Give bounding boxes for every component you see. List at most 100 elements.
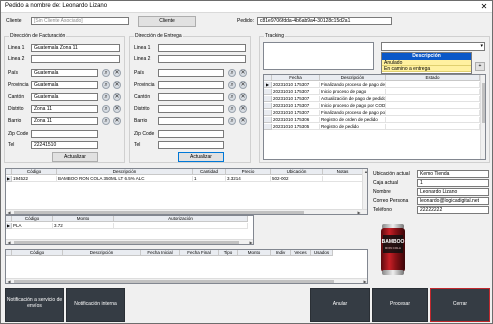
scroll-right-icon[interactable]: ▶ — [248, 240, 253, 244]
col-fecha-final[interactable]: Fecha Final — [180, 250, 219, 256]
scroll-thumb[interactable] — [14, 241, 239, 244]
col-descripcion[interactable]: Descripción — [63, 250, 141, 256]
ent-tel-input[interactable] — [158, 141, 224, 149]
vertical-scrollbar[interactable] — [480, 75, 485, 159]
caja-field[interactable]: 1 — [417, 179, 489, 187]
col-codigo[interactable]: Código — [12, 250, 63, 256]
search-icon[interactable]: ⌕ — [102, 81, 110, 89]
col-precio[interactable]: Precio — [226, 169, 271, 175]
ent-update-button[interactable]: Actualizar — [178, 152, 224, 162]
col-monto[interactable]: Monto — [238, 250, 271, 256]
col-monto[interactable]: Monto — [53, 216, 114, 222]
row-selector[interactable] — [264, 103, 272, 109]
table-cell[interactable]: Actualización de pago de pedido. Autoriz — [320, 96, 386, 102]
table-cell[interactable]: 20231010 175307 — [272, 110, 320, 116]
clear-icon[interactable]: ✕ — [113, 81, 121, 89]
row-selector[interactable] — [264, 117, 272, 123]
pedido-id-field[interactable]: c81e9706fdda-4b6ab9a4-30128c15d2a1 — [257, 17, 392, 25]
ent-zip-input[interactable] — [158, 130, 224, 138]
ent-provincia-input[interactable] — [158, 81, 224, 89]
table-cell[interactable]: 20231010 175307 — [272, 89, 320, 95]
ent-pais-input[interactable] — [158, 69, 224, 77]
table-cell[interactable]: 1 — [193, 176, 226, 182]
tracking-status-dropdown[interactable]: ▾ — [381, 42, 485, 51]
fact-distrito-input[interactable]: Zona 11 — [31, 105, 98, 113]
vertical-scrollbar[interactable]: ▲ — [362, 169, 367, 209]
search-icon[interactable]: ⌕ — [228, 93, 236, 101]
col-descripcion[interactable]: Descripción — [320, 75, 386, 81]
fact-barrio-input[interactable]: Zona 11 — [31, 117, 98, 125]
col-descripcion[interactable]: Descripción — [57, 169, 193, 175]
col-fecha-inicial[interactable]: Fecha Inicial — [141, 250, 180, 256]
col-codigo[interactable]: Código — [12, 216, 53, 222]
clear-icon[interactable]: ✕ — [113, 105, 121, 113]
table-cell[interactable]: 3.3214 — [226, 176, 271, 182]
notif-interna-button[interactable]: Notificación interna — [66, 288, 125, 322]
ent-linea2-input[interactable] — [158, 55, 246, 63]
table-cell[interactable] — [114, 223, 248, 229]
notif-envio-button[interactable]: Notificación a servicio de envíos — [5, 288, 64, 322]
table-cell[interactable]: 194522 — [12, 176, 57, 182]
nombre-field[interactable]: Leonardo Lizano — [417, 188, 489, 196]
table-cell[interactable] — [323, 176, 363, 182]
row-selector[interactable] — [264, 110, 272, 116]
chevron-down-icon[interactable]: ▾ — [480, 43, 483, 49]
search-icon[interactable]: ⌕ — [102, 117, 110, 125]
cliente-button[interactable]: Cliente — [138, 16, 196, 27]
cliente-field[interactable]: [Sin Cliente Asociado] — [31, 17, 129, 25]
col-usados[interactable]: Usados — [311, 250, 333, 256]
fact-provincia-input[interactable]: Guatemala — [31, 81, 98, 89]
procesar-button[interactable]: Procesar — [372, 288, 428, 322]
table-cell[interactable] — [386, 124, 480, 130]
fact-linea1-input[interactable]: Guatemala Zona 11 — [31, 44, 120, 52]
table-cell[interactable]: PLA — [12, 223, 53, 229]
row-selector[interactable] — [264, 96, 272, 102]
table-cell[interactable]: Inicio proceso de pago — [320, 89, 386, 95]
table-cell[interactable]: 502-002 — [271, 176, 323, 182]
table-cell[interactable] — [386, 89, 480, 95]
col-tipo[interactable]: Tipo — [219, 250, 238, 256]
clear-icon[interactable]: ✕ — [239, 105, 247, 113]
scroll-left-icon[interactable]: ◀ — [6, 240, 12, 244]
horizontal-scrollbar[interactable]: ◀ ▶ — [6, 278, 367, 283]
table-cell[interactable]: Finalizando proceso de pago por PAGO - — [320, 110, 386, 116]
correo-field[interactable]: leonardo@logicadigital.net — [417, 197, 489, 205]
table-cell[interactable] — [386, 117, 480, 123]
table-cell[interactable]: Finalizando proceso de pago del pedido — [320, 82, 386, 88]
scroll-thumb[interactable] — [482, 83, 485, 123]
table-cell[interactable] — [386, 103, 480, 109]
table-cell[interactable]: BAMBOO RON COLA 350ML LT 6.5% ALC — [57, 176, 193, 182]
search-icon[interactable]: ⌕ — [102, 69, 110, 77]
scroll-up-icon[interactable]: ▲ — [363, 169, 367, 174]
table-cell[interactable] — [386, 96, 480, 102]
anular-button[interactable]: Anular — [310, 288, 370, 322]
clear-icon[interactable]: ✕ — [113, 93, 121, 101]
col-veces[interactable]: Veces — [291, 250, 311, 256]
row-selector[interactable]: ▶ — [264, 82, 272, 88]
scroll-thumb[interactable] — [14, 211, 304, 214]
fact-zip-input[interactable] — [31, 130, 98, 138]
table-cell[interactable]: 20231010 175307 — [272, 96, 320, 102]
fact-canton-input[interactable]: Guatemala — [31, 93, 98, 101]
col-indiv[interactable]: Indiv — [271, 250, 291, 256]
ubicacion-field[interactable]: Kemo Tienda — [417, 170, 489, 178]
close-icon[interactable]: ✕ — [479, 2, 489, 11]
table-cell[interactable]: Inicio proceso de pago por COD — [320, 103, 386, 109]
clear-icon[interactable]: ✕ — [239, 117, 247, 125]
horizontal-scrollbar[interactable]: ◀ ▶ — [6, 239, 253, 244]
table-cell[interactable]: Registro de orden de pedido — [320, 117, 386, 123]
col-ubicacion[interactable]: Ubicación — [271, 169, 323, 175]
tracking-notes[interactable] — [263, 42, 374, 70]
search-icon[interactable]: ⌕ — [102, 93, 110, 101]
col-estado[interactable]: Estado — [386, 75, 480, 81]
ent-barrio-input[interactable] — [158, 117, 224, 125]
cerrar-button[interactable]: Cerrar — [430, 288, 490, 322]
table-cell[interactable]: 20231010 175307 — [272, 82, 320, 88]
row-selector[interactable] — [264, 124, 272, 130]
col-codigo[interactable]: Código — [12, 169, 57, 175]
ent-linea1-input[interactable] — [158, 44, 246, 52]
clear-icon[interactable]: ✕ — [239, 81, 247, 89]
row-selector[interactable] — [264, 89, 272, 95]
table-cell[interactable]: 20231010 175307 — [272, 103, 320, 109]
col-autorizacion[interactable]: Autorización — [114, 216, 248, 222]
